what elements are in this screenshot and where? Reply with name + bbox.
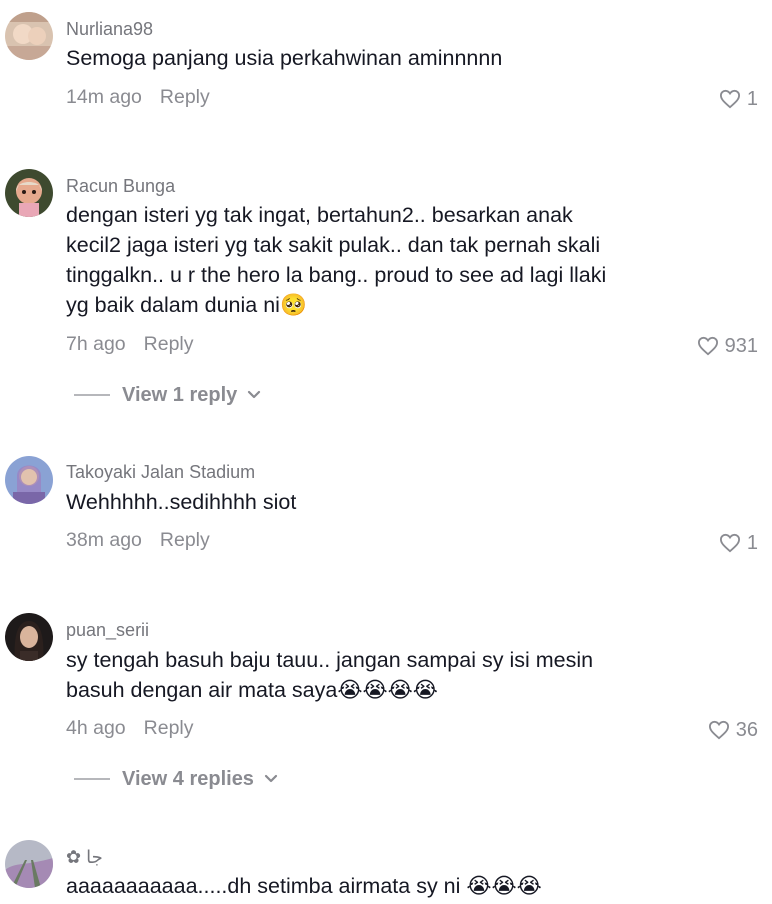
like-button[interactable]: 36: [708, 718, 758, 742]
like-count: 1: [746, 532, 758, 554]
heart-icon: [697, 336, 718, 356]
avatar[interactable]: [5, 12, 53, 60]
heart-icon: [719, 533, 740, 553]
comment-text: dengan isteri yg tak ingat, bertahun2.. …: [66, 203, 607, 317]
comment-meta: 38m ago Reply: [66, 528, 210, 552]
avatar[interactable]: [5, 613, 53, 661]
avatar[interactable]: [5, 456, 53, 504]
chevron-down-icon: [248, 390, 261, 399]
comment-text: aaaaaaaaaaa.....dh setimba airmata sy ni…: [66, 874, 542, 898]
heart-icon: [708, 720, 729, 740]
reply-button[interactable]: Reply: [160, 529, 210, 551]
comment-time: 14m ago: [66, 86, 142, 108]
comment-meta: 14m ago Reply: [66, 85, 210, 109]
comment-meta: 7h ago Reply: [66, 332, 194, 356]
comment-time: 38m ago: [66, 529, 142, 551]
avatar[interactable]: [5, 169, 53, 217]
view-replies-label: View 1 reply: [122, 384, 238, 406]
view-replies-label: View 4 replies: [122, 768, 254, 790]
comment-text: sy tengah basuh baju tauu.. jangan sampa…: [66, 648, 594, 702]
like-button[interactable]: 931: [697, 334, 758, 358]
divider-line: [74, 778, 110, 780]
comment-username[interactable]: جا ✿: [66, 846, 103, 868]
like-button[interactable]: 1: [719, 531, 758, 555]
like-count: 36: [735, 719, 758, 741]
view-replies-button[interactable]: View 4 replies: [74, 767, 278, 791]
comment-time: 7h ago: [66, 333, 126, 355]
reply-button[interactable]: Reply: [160, 86, 210, 108]
comment-username[interactable]: Racun Bunga: [66, 175, 175, 197]
like-button[interactable]: 1: [719, 87, 758, 111]
comment-meta: 4h ago Reply: [66, 716, 194, 740]
reply-button[interactable]: Reply: [144, 717, 194, 739]
like-count: 1: [746, 88, 758, 110]
divider-line: [74, 394, 110, 396]
avatar[interactable]: [5, 840, 53, 888]
comment-text: Semoga panjang usia perkahwinan aminnnnn: [66, 46, 503, 70]
comment-time: 4h ago: [66, 717, 126, 739]
comment-username[interactable]: Takoyaki Jalan Stadium: [66, 461, 255, 483]
view-replies-button[interactable]: View 1 reply: [74, 383, 261, 407]
heart-icon: [719, 89, 740, 109]
chevron-down-icon: [264, 774, 278, 783]
reply-button[interactable]: Reply: [144, 333, 194, 355]
comment-username[interactable]: puan_serii: [66, 619, 149, 641]
comment-text: Wehhhhh..sedihhhh siot: [66, 490, 297, 514]
comment-username[interactable]: Nurliana98: [66, 18, 153, 40]
like-count: 931: [724, 335, 758, 357]
